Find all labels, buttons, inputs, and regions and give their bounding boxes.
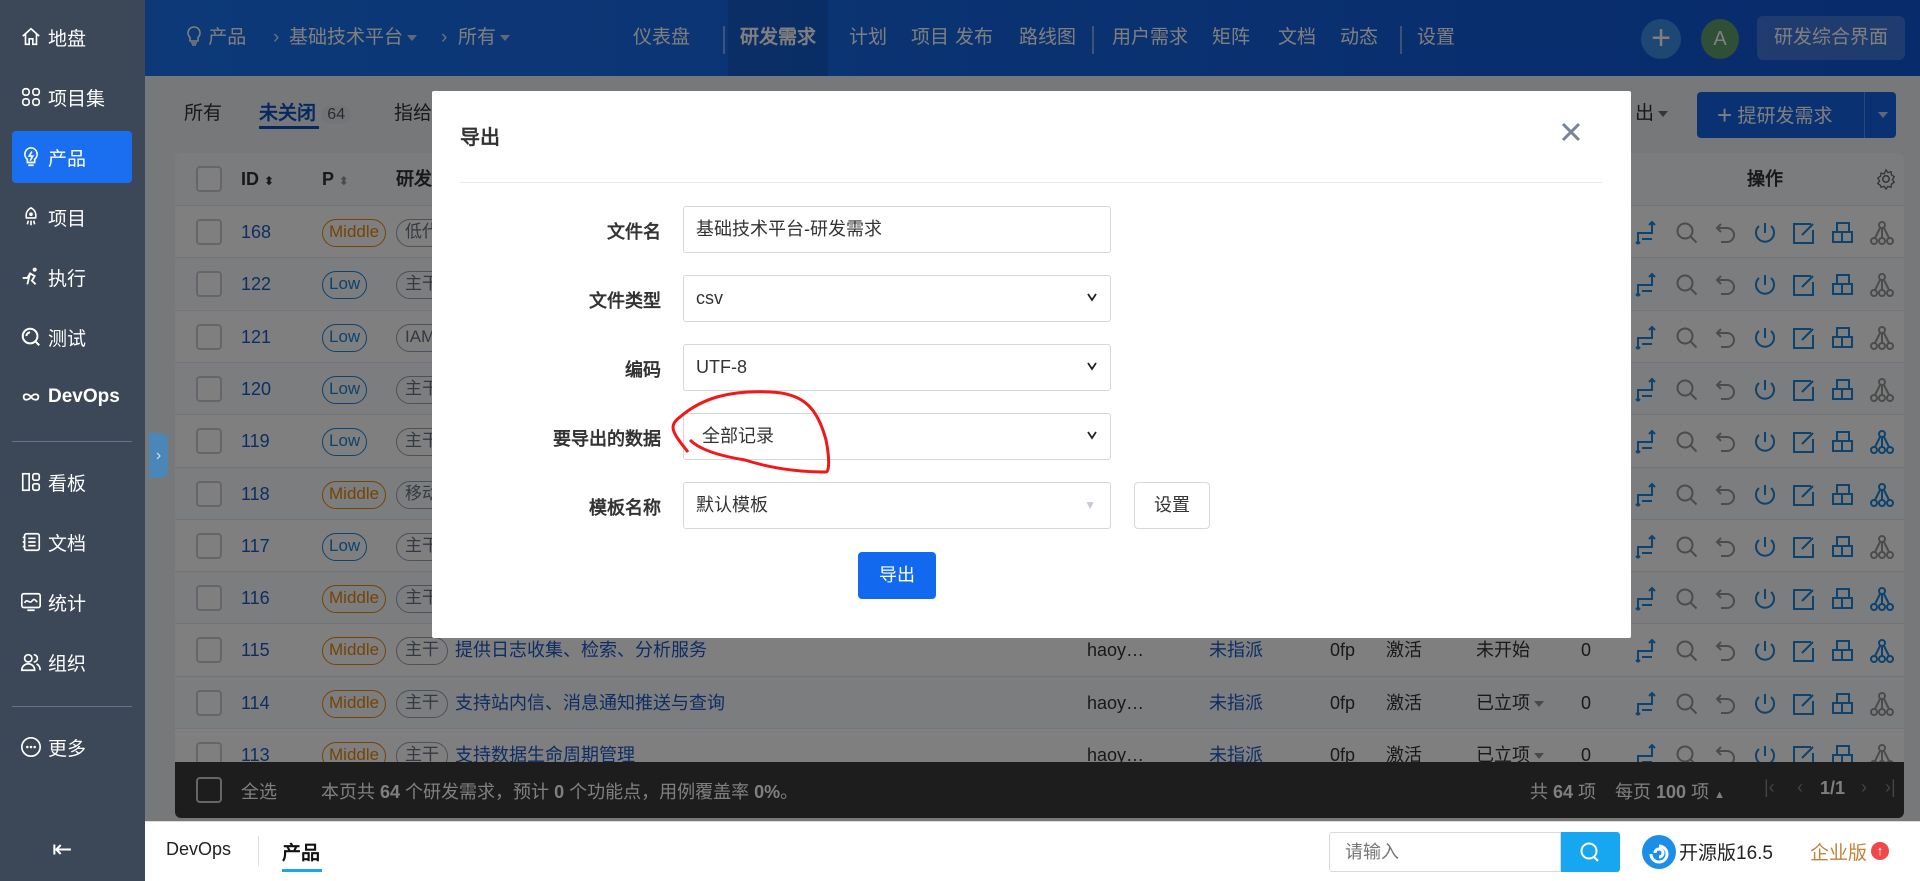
select-value: csv	[696, 288, 723, 308]
home-icon	[22, 27, 40, 46]
template-settings-button[interactable]: 设置	[1134, 482, 1210, 529]
bottom-bar: DevOps 产品 开源版16.5 企业版 ↑	[145, 821, 1920, 881]
filename-input[interactable]: 基础技术平台-研发需求	[683, 206, 1111, 253]
sidebar-item-label: DevOps	[48, 386, 120, 407]
sidebar-item-5[interactable]: 测试	[12, 311, 132, 363]
search-input[interactable]	[1329, 832, 1561, 872]
more-icon	[21, 737, 41, 757]
sidebar-item-6[interactable]: DevOps	[12, 371, 132, 423]
close-icon[interactable]	[1560, 121, 1582, 143]
sidebar-item-10[interactable]: 组织	[12, 636, 132, 688]
export-data-label: 要导出的数据	[553, 429, 661, 449]
select-value: 全部记录	[702, 426, 774, 446]
zentao-logo-icon	[1642, 835, 1676, 869]
sidebar-item-label: 更多	[48, 738, 87, 760]
filetype-label: 文件类型	[589, 291, 661, 311]
chevron-down-icon	[1087, 362, 1097, 371]
export-dialog: 导出 文件名 基础技术平台-研发需求 文件类型 csv 编码 UTF-8 要导出…	[432, 91, 1631, 638]
bulb-icon	[24, 147, 38, 167]
bottom-tab-product[interactable]: 产品	[282, 838, 320, 865]
sidebar-item-2[interactable]: 产品	[12, 131, 132, 183]
template-select[interactable]: 默认模板 ▼	[683, 482, 1111, 529]
export-submit-button[interactable]: 导出	[858, 552, 936, 599]
sidebar-item-4[interactable]: 执行	[12, 251, 132, 303]
infinity-icon	[22, 393, 40, 401]
sidebar: 地盘项目集产品项目执行测试 DevOps 看板文档统计组织更多 ⇤	[0, 0, 145, 881]
sidebar-item-label: 统计	[48, 593, 87, 615]
search-icon	[1580, 842, 1599, 862]
sidebar-item-7[interactable]: 看板	[12, 456, 132, 508]
sidebar-item-9[interactable]: 统计	[12, 576, 132, 628]
filename-label: 文件名	[607, 222, 661, 242]
bottom-tab-devops[interactable]: DevOps	[166, 839, 231, 860]
users-icon	[21, 653, 41, 672]
sidebar-item-label: 组织	[48, 653, 87, 675]
sidebar-item-label: 测试	[48, 328, 87, 350]
divider	[258, 836, 259, 866]
sidebar-item-label: 产品	[48, 148, 87, 170]
test-icon	[21, 327, 40, 346]
kanban-icon	[21, 472, 41, 492]
sidebar-item-label: 执行	[48, 268, 87, 290]
template-label: 模板名称	[589, 498, 661, 518]
sidebar-item-8[interactable]: 文档	[12, 516, 132, 568]
sidebar-item-3[interactable]: 项目	[12, 191, 132, 243]
sidebar-divider	[12, 706, 132, 707]
sidebar-divider	[12, 441, 132, 442]
active-tab-underline	[282, 869, 322, 872]
dialog-title: 导出	[460, 127, 500, 149]
sidebar-item-label: 文档	[48, 533, 87, 555]
chevron-down-icon	[1087, 293, 1097, 302]
expand-sidebar-toggle[interactable]: ›	[149, 433, 168, 478]
sidebar-item-0[interactable]: 地盘	[12, 11, 132, 63]
sidebar-item-label: 项目集	[48, 88, 106, 110]
rocket-icon	[25, 206, 37, 226]
select-value: UTF-8	[696, 357, 747, 377]
doc-icon	[22, 532, 41, 552]
sidebar-item-11[interactable]: 更多	[12, 721, 132, 773]
encoding-label: 编码	[625, 360, 661, 380]
version-label[interactable]: 开源版16.5	[1679, 838, 1773, 865]
collapse-sidebar-icon[interactable]: ⇤	[52, 835, 72, 864]
sidebar-item-1[interactable]: 项目集	[12, 71, 132, 123]
encoding-select[interactable]: UTF-8	[683, 344, 1111, 391]
grid-icon	[21, 87, 41, 107]
chart-icon	[21, 592, 41, 612]
sidebar-item-label: 看板	[48, 473, 87, 495]
sidebar-item-label: 项目	[48, 208, 87, 230]
search-button[interactable]	[1561, 832, 1620, 872]
export-data-select[interactable]: 全部记录	[683, 413, 1111, 460]
chevron-down-icon	[1087, 431, 1097, 440]
sidebar-item-label: 地盘	[48, 28, 87, 50]
enterprise-link[interactable]: 企业版	[1810, 838, 1867, 865]
select-value: 默认模板	[696, 495, 768, 515]
filetype-select[interactable]: csv	[683, 275, 1111, 322]
run-icon	[22, 267, 37, 285]
caret-down-icon: ▼	[1084, 498, 1096, 512]
divider	[460, 182, 1602, 183]
upgrade-arrow-icon: ↑	[1871, 842, 1889, 860]
